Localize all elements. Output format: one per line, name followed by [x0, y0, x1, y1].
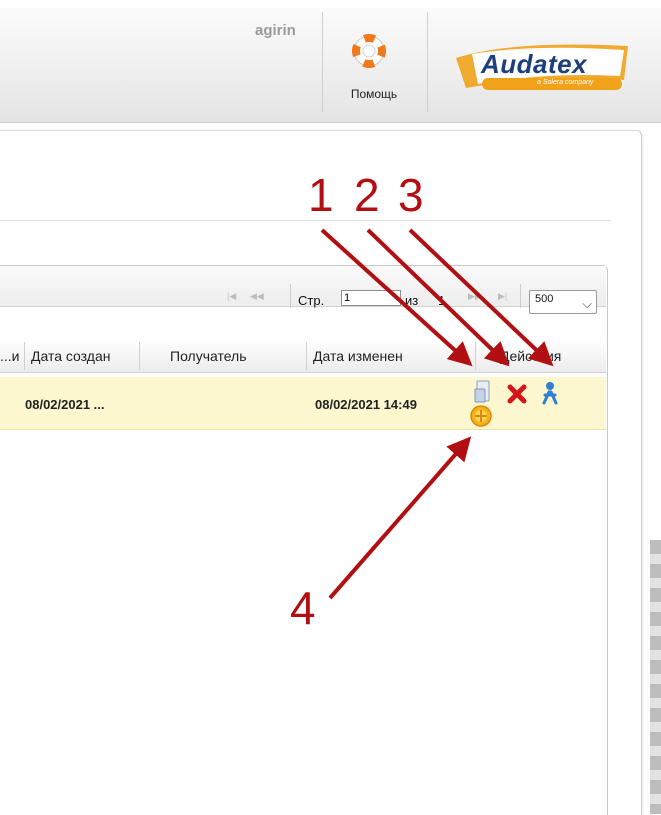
- annotation-arrows: [320, 228, 554, 600]
- arrow-4: [328, 436, 472, 600]
- annotation-label-2: 2: [354, 169, 380, 221]
- arrow-3: [408, 228, 554, 367]
- arrow-1: [320, 228, 473, 367]
- annotation-label-1: 1: [308, 169, 334, 221]
- arrow-2: [366, 228, 510, 367]
- annotation-label-4: 4: [290, 582, 316, 634]
- annotation-label-3: 3: [398, 169, 424, 221]
